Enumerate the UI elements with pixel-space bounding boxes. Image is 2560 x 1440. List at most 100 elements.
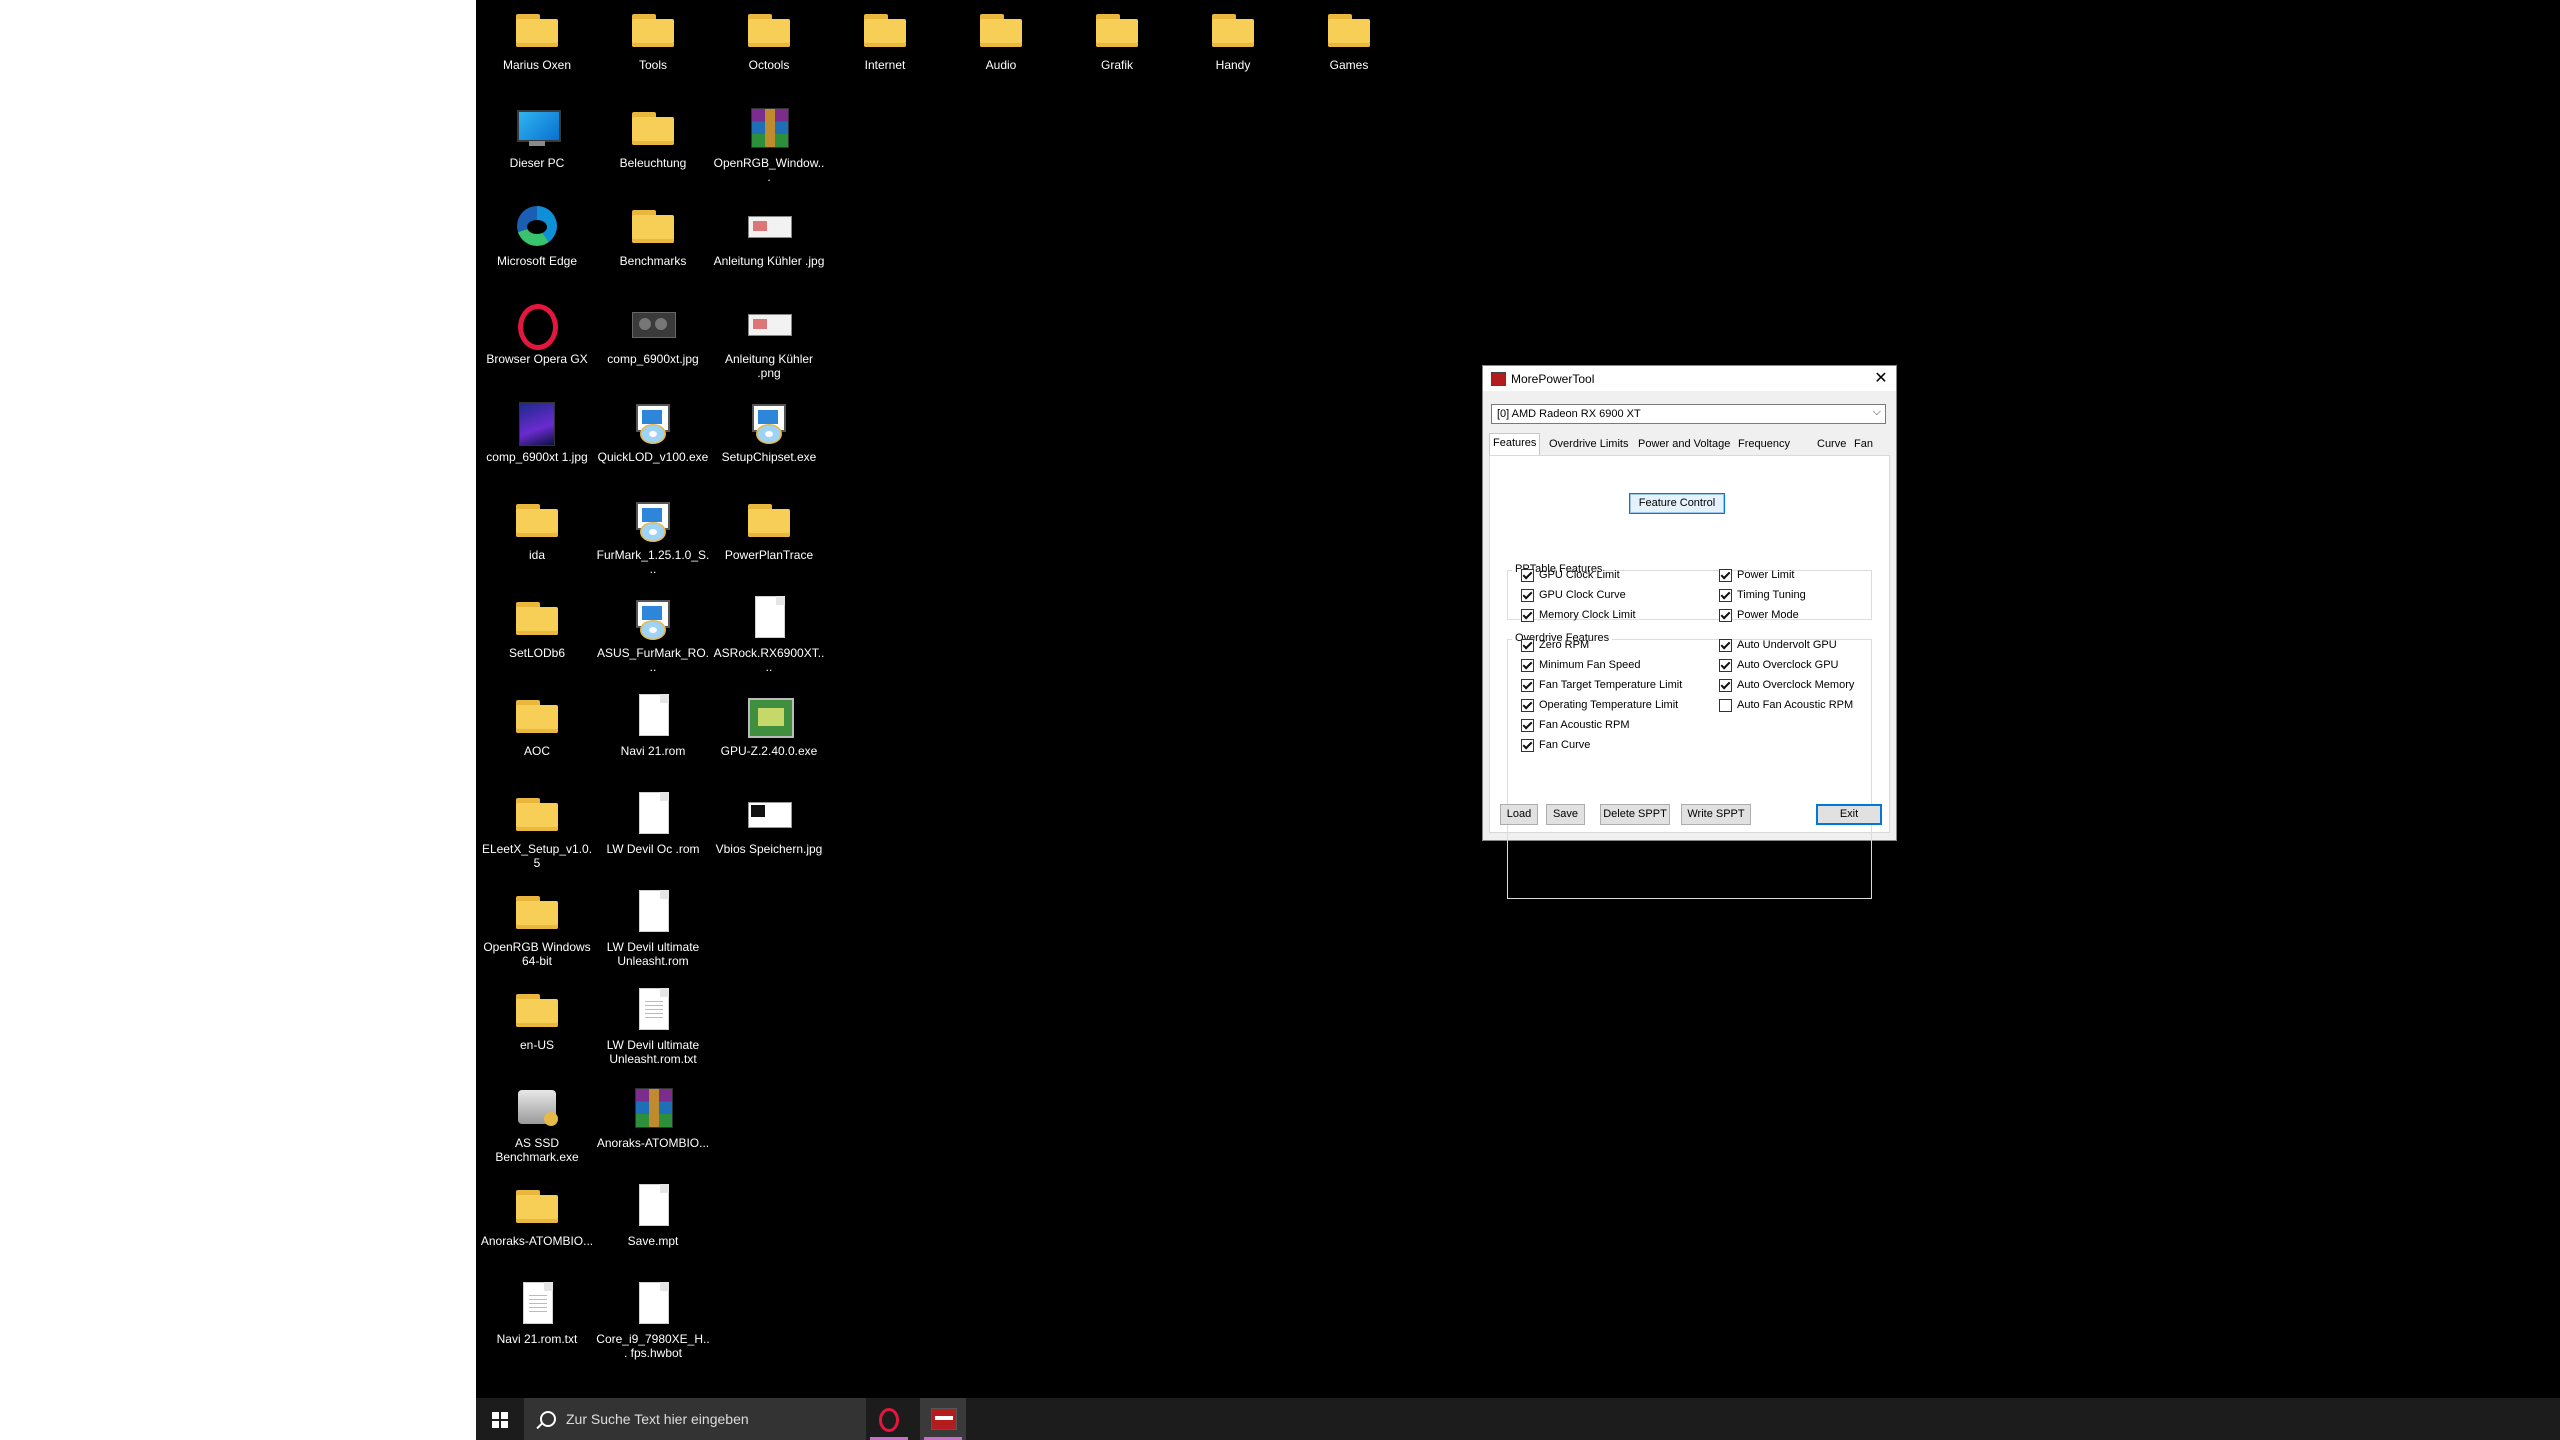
folder-icon: [516, 1190, 558, 1223]
desktop-icon-tools[interactable]: Tools: [596, 0, 710, 72]
tab-features[interactable]: Features: [1489, 433, 1541, 455]
desktop-icon-navi21-rom[interactable]: Navi 21.rom: [596, 686, 710, 758]
desktop-icon-comp-6900xt-1-jpg[interactable]: comp_6900xt 1.jpg: [480, 392, 594, 464]
desktop-icon-label: Grafik: [1100, 58, 1133, 72]
desktop-icon-label: Marius Oxen: [502, 58, 572, 72]
checkbox-box[interactable]: [1719, 699, 1732, 712]
desktop-icon-aoc[interactable]: AOC: [480, 686, 594, 758]
desktop-icon-lw-devil-oc-rom[interactable]: LW Devil Oc .rom: [596, 784, 710, 856]
close-button[interactable]: ✕: [1866, 366, 1896, 391]
checkbox-box[interactable]: [1521, 569, 1534, 582]
checkbox-box[interactable]: [1521, 659, 1534, 672]
desktop-icon-core-i9-hwbot[interactable]: Core_i9_7980XE_H... fps.hwbot: [596, 1274, 710, 1360]
desktop-icon-quicklod[interactable]: QuickLOD_v100.exe: [596, 392, 710, 464]
checkbox-box[interactable]: [1521, 679, 1534, 692]
file-icon: [639, 792, 669, 834]
checkbox-box[interactable]: [1521, 589, 1534, 602]
desktop-icon-games[interactable]: Games: [1292, 0, 1406, 72]
title-bar[interactable]: MorePowerTool ✕: [1483, 366, 1896, 391]
file-icon: [639, 890, 669, 932]
checkbox-label: Zero RPM: [1539, 639, 1590, 651]
start-button[interactable]: [476, 1398, 524, 1440]
desktop-icon-as-ssd[interactable]: AS SSD Benchmark.exe: [480, 1078, 594, 1164]
taskbar-app-opera-gx[interactable]: [866, 1398, 912, 1440]
tab-power-and-voltage[interactable]: Power and Voltage: [1635, 435, 1733, 453]
desktop-icon-powerplantrace[interactable]: PowerPlanTrace: [712, 490, 826, 562]
image-thumbnail-icon: [748, 216, 792, 238]
desktop-icon-asus-furmark[interactable]: ASUS_FurMark_RO...: [596, 588, 710, 674]
desktop-icon-lw-devil-ultimate-txt[interactable]: LW Devil ultimate Unleasht.rom.txt: [596, 980, 710, 1066]
desktop-icon-marius-oxen[interactable]: Marius Oxen: [480, 0, 594, 72]
checkbox-box[interactable]: [1521, 699, 1534, 712]
tab-frequency[interactable]: Frequency: [1735, 435, 1793, 453]
delete-sppt-button[interactable]: Delete SPPT: [1600, 804, 1670, 825]
desktop-icon-anoraks-atombio-archive[interactable]: Anoraks-ATOMBIO...: [596, 1078, 710, 1150]
desktop-icon-audio[interactable]: Audio: [944, 0, 1058, 72]
taskbar-app-morepowertool[interactable]: [920, 1398, 966, 1440]
desktop-icon-browser-opera-gx[interactable]: Browser Opera GX: [480, 294, 594, 366]
folder-icon: [516, 14, 558, 47]
icon-glyph: [514, 792, 560, 838]
desktop-icon-label: OpenRGB Windows 64-bit: [483, 940, 591, 968]
desktop-icon-en-us[interactable]: en-US: [480, 980, 594, 1052]
desktop-icon-benchmarks[interactable]: Benchmarks: [596, 196, 710, 268]
checkbox-box[interactable]: [1521, 719, 1534, 732]
tab-fan[interactable]: Fan: [1851, 435, 1876, 453]
search-placeholder: Zur Suche Text hier eingeben: [566, 1411, 749, 1427]
checkbox-box[interactable]: [1719, 679, 1732, 692]
desktop-icon-setlodb6[interactable]: SetLODb6: [480, 588, 594, 660]
desktop-icon-label: ASRock.RX6900XT....: [713, 646, 825, 674]
desktop-icon-dieser-pc[interactable]: Dieser PC: [480, 98, 594, 170]
desktop-icon-vbios-speichern[interactable]: Vbios Speichern.jpg: [712, 784, 826, 856]
save-button[interactable]: Save: [1546, 804, 1585, 825]
feature-control-button[interactable]: Feature Control: [1629, 493, 1725, 514]
desktop-icon-anleitung-kuehler-jpg[interactable]: Anleitung Kühler .jpg: [712, 196, 826, 268]
desktop-icon-asrock-rx6900xt[interactable]: ASRock.RX6900XT....: [712, 588, 826, 674]
desktop-icon-openrgb-windows-archive[interactable]: OpenRGB_Window...: [712, 98, 826, 184]
tab-curve[interactable]: Curve: [1814, 435, 1849, 453]
desktop-icon-microsoft-edge[interactable]: Microsoft Edge: [480, 196, 594, 268]
checkbox-box[interactable]: [1719, 609, 1732, 622]
checkbox-box[interactable]: [1719, 589, 1732, 602]
gpu-select[interactable]: [0] AMD Radeon RX 6900 XT ⌵: [1491, 404, 1886, 424]
exit-button[interactable]: Exit: [1816, 804, 1882, 825]
desktop-icon-openrgb-windows-64[interactable]: OpenRGB Windows 64-bit: [480, 882, 594, 968]
desktop-icon-internet[interactable]: Internet: [828, 0, 942, 72]
desktop-icon-beleuchtung[interactable]: Beleuchtung: [596, 98, 710, 170]
write-sppt-button[interactable]: Write SPPT: [1681, 804, 1751, 825]
desktop-icon-handy[interactable]: Handy: [1176, 0, 1290, 72]
desktop-icon-eleetx-setup[interactable]: ELeetX_Setup_v1.0.5: [480, 784, 594, 870]
checkbox-box[interactable]: [1719, 569, 1732, 582]
icon-glyph: [514, 1184, 560, 1230]
desktop-icon-label: ASUS_FurMark_RO...: [596, 646, 710, 674]
checkbox-label: Auto Overclock Memory: [1737, 679, 1855, 691]
load-button[interactable]: Load: [1500, 804, 1538, 825]
checkbox-box[interactable]: [1719, 639, 1732, 652]
checkbox-box[interactable]: [1521, 609, 1534, 622]
icon-glyph: [630, 1282, 676, 1328]
desktop-icon-comp-6900xt-jpg[interactable]: comp_6900xt.jpg: [596, 294, 710, 366]
taskbar-search-box[interactable]: Zur Suche Text hier eingeben: [524, 1398, 866, 1440]
desktop-icon-label: LW Devil ultimate Unleasht.rom.txt: [606, 1038, 700, 1066]
checkbox-box[interactable]: [1521, 739, 1534, 752]
desktop-icon-anleitung-kuehler-png[interactable]: Anleitung Kühler .png: [712, 294, 826, 380]
checkbox-box[interactable]: [1719, 659, 1732, 672]
desktop-icon-save-mpt[interactable]: Save.mpt: [596, 1176, 710, 1248]
desktop-icon-gpu-z[interactable]: GPU-Z.2.40.0.exe: [712, 686, 826, 758]
window-title: MorePowerTool: [1511, 372, 1595, 386]
desktop-icon-anoraks-atombio-folder[interactable]: Anoraks-ATOMBIO...: [480, 1176, 594, 1248]
icon-glyph: [630, 890, 676, 936]
desktop-icon-octools[interactable]: Octools: [712, 0, 826, 72]
desktop-icon-furmark[interactable]: FurMark_1.25.1.0_S...: [596, 490, 710, 576]
desktop-icon-lw-devil-ultimate-rom[interactable]: LW Devil ultimate Unleasht.rom: [596, 882, 710, 968]
desktop-icon-grafik[interactable]: Grafik: [1060, 0, 1174, 72]
graphics-card-image-icon: [632, 312, 676, 338]
desktop-icon-setupchipset[interactable]: SetupChipset.exe: [712, 392, 826, 464]
checkbox-box[interactable]: [1521, 639, 1534, 652]
icon-glyph: [514, 204, 560, 250]
desktop-icon-ida[interactable]: ida: [480, 490, 594, 562]
desktop-icon-navi21-rom-txt[interactable]: Navi 21.rom.txt: [480, 1274, 594, 1346]
tab-overdrive-limits[interactable]: Overdrive Limits: [1546, 435, 1631, 453]
checkbox-label: Fan Curve: [1539, 739, 1591, 751]
desktop-icon-label: comp_6900xt.jpg: [607, 352, 699, 366]
